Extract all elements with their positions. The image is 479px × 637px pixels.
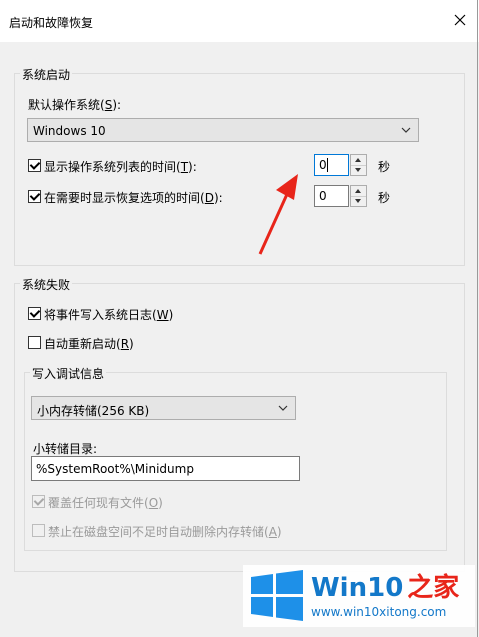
watermark-logo: Win10 之家 www.win10xitong.com xyxy=(243,565,475,627)
watermark-brand: Win10 xyxy=(311,573,404,603)
failure-group-label: 系统失败 xyxy=(20,276,73,293)
default-os-select[interactable]: Windows 10 xyxy=(27,118,419,142)
default-os-value: Windows 10 xyxy=(33,124,106,138)
down-arrow-icon xyxy=(355,199,361,203)
default-os-label: 默认操作系统(S): xyxy=(28,98,122,112)
up-arrow-icon xyxy=(355,189,361,193)
write-event-label: 将事件写入系统日志(W) xyxy=(44,308,174,322)
down-arrow-icon xyxy=(355,168,361,172)
show-recovery-label: 在需要时显示恢复选项的时间(D): xyxy=(44,191,223,205)
disable-auto-delete-label: 禁止在磁盘空间不足时自动删除内存转储(A) xyxy=(48,525,282,539)
dump-type-select[interactable]: 小内存转储(256 KB) xyxy=(31,396,296,420)
watermark-brand-suffix: 之家 xyxy=(407,573,460,603)
dump-dir-label: 小转储目录: xyxy=(33,442,98,456)
show-recovery-spinner[interactable] xyxy=(350,185,367,207)
windows-logo-icon xyxy=(251,570,303,621)
annotation-arrow-icon xyxy=(258,174,298,255)
overwrite-label: 覆盖任何现有文件(O) xyxy=(48,496,163,510)
chevron-down-icon xyxy=(278,405,288,411)
show-list-label: 显示操作系统列表的时间(T): xyxy=(44,160,197,174)
show-recovery-unit: 秒 xyxy=(378,191,391,205)
up-arrow-icon xyxy=(355,158,361,162)
disable-auto-delete-checkbox[interactable] xyxy=(32,524,45,537)
dump-dir-input[interactable]: %SystemRoot%\Minidump xyxy=(31,456,300,481)
show-list-seconds-input[interactable]: 0 xyxy=(314,154,349,176)
show-list-unit: 秒 xyxy=(378,160,391,174)
debug-group-label: 写入调试信息 xyxy=(30,365,107,382)
watermark-url: www.win10xitong.com xyxy=(311,605,447,619)
auto-restart-label: 自动重新启动(R) xyxy=(44,337,134,351)
show-list-spinner[interactable] xyxy=(350,154,367,176)
spin-down-button[interactable] xyxy=(351,196,366,206)
overwrite-checkbox[interactable] xyxy=(32,495,45,508)
chevron-down-icon xyxy=(401,127,411,133)
startup-group-label: 系统启动 xyxy=(20,66,73,83)
auto-restart-checkbox[interactable] xyxy=(28,336,41,349)
spin-down-button[interactable] xyxy=(351,165,366,175)
close-icon[interactable] xyxy=(452,12,468,28)
show-recovery-checkbox[interactable] xyxy=(28,190,41,203)
write-event-checkbox[interactable] xyxy=(28,307,41,320)
title-bar: 启动和故障恢复 xyxy=(0,0,479,42)
show-recovery-seconds-input[interactable]: 0 xyxy=(314,185,349,207)
window-title: 启动和故障恢复 xyxy=(9,16,94,30)
window-border xyxy=(477,0,478,637)
dump-type-value: 小内存转储(256 KB) xyxy=(37,404,150,418)
text-caret xyxy=(327,158,328,172)
show-list-checkbox[interactable] xyxy=(28,159,41,172)
